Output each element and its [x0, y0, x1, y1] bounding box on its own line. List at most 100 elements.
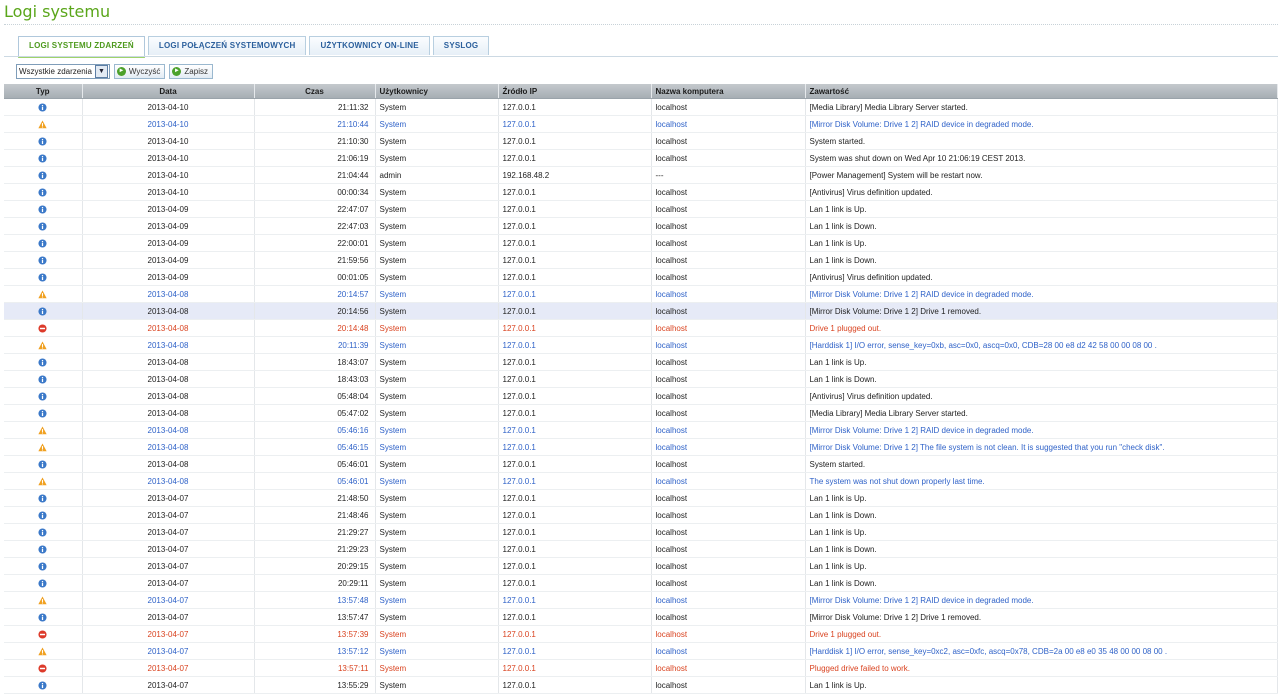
table-row[interactable]: 2013-04-09 00:01:05 System 127.0.0.1 localho…	[4, 268, 1278, 286]
table-row[interactable]: 2013-04-07 21:29:23 System 127.0.0.1 localho…	[4, 540, 1278, 558]
clear-button[interactable]: ► Wyczyść	[113, 63, 166, 79]
row-time: 20:14:48	[254, 319, 376, 337]
table-row[interactable]: 2013-04-07 13:57:48 System 127.0.0.1 localho…	[4, 591, 1278, 609]
column-header-content[interactable]: Zawartość	[805, 84, 1278, 99]
row-time: 21:10:30	[254, 132, 376, 150]
table-row[interactable]: 2013-04-07 13:57:11 System 127.0.0.1 localho…	[4, 659, 1278, 677]
row-user: admin	[375, 166, 499, 184]
row-date: 2013-04-08	[82, 336, 255, 354]
row-user: System	[375, 115, 499, 133]
row-user: System	[375, 149, 499, 167]
row-source-ip: 127.0.0.1	[498, 625, 652, 643]
row-content: Lan 1 link is Up.	[805, 200, 1278, 218]
row-computer-name: localhost	[651, 438, 806, 456]
toolbar: Wszystkie zdarzenia ▼ ► Wyczyść ► Zapisz	[16, 63, 213, 79]
row-source-ip: 192.168.48.2	[498, 166, 652, 184]
table-row[interactable]: 2013-04-07 13:57:47 System 127.0.0.1 localho…	[4, 608, 1278, 626]
table-row[interactable]: 2013-04-07 21:48:46 System 127.0.0.1 localho…	[4, 506, 1278, 524]
table-row[interactable]: 2013-04-08 20:14:48 System 127.0.0.1 localho…	[4, 319, 1278, 337]
row-user: System	[375, 217, 499, 235]
table-row[interactable]: 2013-04-08 20:14:56 System 127.0.0.1 localho…	[4, 302, 1278, 320]
table-row[interactable]: 2013-04-08 20:14:57 System 127.0.0.1 localho…	[4, 285, 1278, 303]
chevron-down-icon[interactable]: ▼	[94, 64, 108, 78]
row-computer-name: localhost	[651, 676, 806, 694]
table-row[interactable]: 2013-04-07 20:29:15 System 127.0.0.1 localho…	[4, 557, 1278, 575]
table-row[interactable]: 2013-04-08 05:46:15 System 127.0.0.1 localho…	[4, 438, 1278, 456]
row-source-ip: 127.0.0.1	[498, 421, 652, 439]
table-row[interactable]: 2013-04-09 22:47:03 System 127.0.0.1 localho…	[4, 217, 1278, 235]
row-user: System	[375, 506, 499, 524]
row-source-ip: 127.0.0.1	[498, 353, 652, 371]
info-icon	[38, 527, 47, 537]
row-type-cell	[4, 115, 83, 133]
table-row[interactable]: 2013-04-10 21:11:32 System 127.0.0.1 localho…	[4, 98, 1278, 116]
tab-system-events[interactable]: LOGI SYSTEMU ZDARZEŃ	[18, 36, 145, 58]
table-row[interactable]: 2013-04-07 13:57:12 System 127.0.0.1 localho…	[4, 642, 1278, 660]
row-content: [Mirror Disk Volume: Drive 1 2] RAID dev…	[805, 115, 1278, 133]
info-icon	[38, 391, 47, 401]
table-row[interactable]: 2013-04-10 21:10:30 System 127.0.0.1 localho…	[4, 132, 1278, 150]
row-computer-name: localhost	[651, 472, 806, 490]
row-computer-name: localhost	[651, 455, 806, 473]
row-date: 2013-04-08	[82, 455, 255, 473]
table-row[interactable]: 2013-04-08 05:46:16 System 127.0.0.1 localho…	[4, 421, 1278, 439]
table-row[interactable]: 2013-04-08 05:47:02 System 127.0.0.1 localho…	[4, 404, 1278, 422]
table-row[interactable]: 2013-04-10 21:10:44 System 127.0.0.1 localho…	[4, 115, 1278, 133]
table-row[interactable]: 2013-04-10 21:06:19 System 127.0.0.1 localho…	[4, 149, 1278, 167]
row-date: 2013-04-07	[82, 489, 255, 507]
table-row[interactable]: 2013-04-07 13:55:29 System 127.0.0.1 localho…	[4, 676, 1278, 694]
info-icon	[38, 204, 47, 214]
table-row[interactable]: 2013-04-07 13:57:39 System 127.0.0.1 localho…	[4, 625, 1278, 643]
info-icon	[38, 170, 47, 180]
table-row[interactable]: 2013-04-09 21:59:56 System 127.0.0.1 localho…	[4, 251, 1278, 269]
tab-online-users[interactable]: UŻYTKOWNICY ON-LINE	[309, 36, 430, 55]
table-row[interactable]: 2013-04-07 20:29:11 System 127.0.0.1 localho…	[4, 574, 1278, 592]
row-date: 2013-04-09	[82, 200, 255, 218]
table-row[interactable]: 2013-04-10 21:04:44 admin 192.168.48.2 --- [P…	[4, 166, 1278, 184]
row-computer-name: localhost	[651, 115, 806, 133]
table-row[interactable]: 2013-04-08 05:46:01 System 127.0.0.1 localho…	[4, 472, 1278, 490]
row-time: 22:47:03	[254, 217, 376, 235]
row-time: 13:57:11	[254, 659, 376, 677]
row-user: System	[375, 540, 499, 558]
row-date: 2013-04-10	[82, 149, 255, 167]
column-header-time[interactable]: Czas	[254, 84, 376, 99]
row-content: [Harddisk 1] I/O error, sense_key=0xb, a…	[805, 336, 1278, 354]
tab-syslog[interactable]: SYSLOG	[432, 36, 490, 55]
arrow-right-icon: ►	[116, 66, 126, 76]
column-header-type[interactable]: Typ	[4, 84, 83, 99]
row-time: 05:46:16	[254, 421, 376, 439]
table-row[interactable]: 2013-04-08 05:46:01 System 127.0.0.1 localho…	[4, 455, 1278, 473]
event-filter-select[interactable]: Wszystkie zdarzenia ▼	[16, 63, 110, 79]
row-source-ip: 127.0.0.1	[498, 557, 652, 575]
row-date: 2013-04-10	[82, 132, 255, 150]
table-row[interactable]: 2013-04-09 22:00:01 System 127.0.0.1 localho…	[4, 234, 1278, 252]
column-header-source-ip[interactable]: Źródło IP	[498, 84, 652, 99]
save-button[interactable]: ► Zapisz	[169, 63, 213, 79]
table-row[interactable]: 2013-04-08 18:43:03 System 127.0.0.1 localho…	[4, 370, 1278, 388]
table-row[interactable]: 2013-04-07 21:29:27 System 127.0.0.1 localho…	[4, 523, 1278, 541]
row-type-cell	[4, 285, 83, 303]
table-row[interactable]: 2013-04-09 22:47:07 System 127.0.0.1 localho…	[4, 200, 1278, 218]
table-row[interactable]: 2013-04-10 00:00:34 System 127.0.0.1 localho…	[4, 183, 1278, 201]
row-date: 2013-04-08	[82, 285, 255, 303]
info-icon	[38, 136, 47, 146]
row-content: Lan 1 link is Up.	[805, 489, 1278, 507]
tab-system-connections[interactable]: LOGI POŁĄCZEŃ SYSTEMOWYCH	[147, 36, 307, 55]
column-header-users[interactable]: Użytkownicy	[375, 84, 499, 99]
row-source-ip: 127.0.0.1	[498, 285, 652, 303]
row-content: Lan 1 link is Up.	[805, 557, 1278, 575]
row-user: System	[375, 642, 499, 660]
info-icon	[38, 102, 47, 112]
info-icon	[38, 238, 47, 248]
table-row[interactable]: 2013-04-08 05:48:04 System 127.0.0.1 localho…	[4, 387, 1278, 405]
table-row[interactable]: 2013-04-08 18:43:07 System 127.0.0.1 localho…	[4, 353, 1278, 371]
row-computer-name: localhost	[651, 336, 806, 354]
column-header-date[interactable]: Data	[82, 84, 255, 99]
table-row[interactable]: 2013-04-08 20:11:39 System 127.0.0.1 localho…	[4, 336, 1278, 354]
row-type-cell	[4, 302, 83, 320]
row-type-cell	[4, 659, 83, 677]
row-source-ip: 127.0.0.1	[498, 404, 652, 422]
table-row[interactable]: 2013-04-07 21:48:50 System 127.0.0.1 localho…	[4, 489, 1278, 507]
column-header-computer-name[interactable]: Nazwa komputera	[651, 84, 806, 99]
